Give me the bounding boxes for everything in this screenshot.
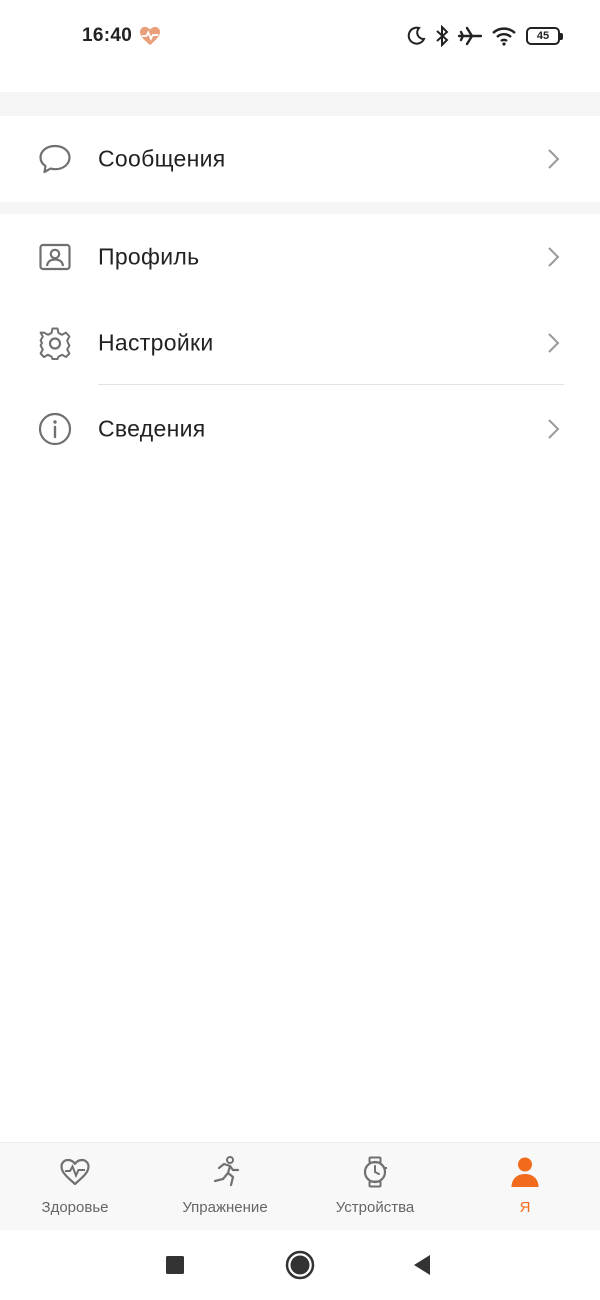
row-divider <box>98 384 564 385</box>
back-button[interactable] <box>408 1250 438 1280</box>
heart-rate-icon <box>140 26 160 46</box>
section-separator <box>0 92 600 116</box>
bottom-tab-bar: Здоровье Упражнение Устройства Я <box>0 1142 600 1231</box>
tab-label: Устройства <box>335 1199 415 1216</box>
profile-card-icon <box>39 243 71 271</box>
menu-item-settings[interactable]: Настройки <box>0 300 600 386</box>
system-nav-bar <box>0 1230 600 1300</box>
menu-item-profile[interactable]: Профиль <box>0 214 600 300</box>
recents-button[interactable] <box>160 1250 190 1280</box>
menu-item-label: Профиль <box>98 243 200 270</box>
tab-label: Здоровье <box>41 1199 109 1216</box>
chevron-right-icon <box>548 333 560 353</box>
moon-icon <box>407 26 426 45</box>
chevron-right-icon <box>548 419 560 439</box>
gear-icon <box>39 327 71 360</box>
running-icon <box>213 1156 240 1187</box>
chevron-right-icon <box>548 149 560 169</box>
tab-me[interactable]: Я <box>450 1143 600 1231</box>
menu-item-label: Сведения <box>98 415 206 442</box>
watch-icon <box>363 1156 387 1188</box>
battery-level: 45 <box>536 30 550 42</box>
person-icon <box>511 1157 539 1187</box>
tab-devices[interactable]: Устройства <box>300 1143 450 1231</box>
heart-pulse-icon <box>60 1158 90 1186</box>
menu-item-label: Настройки <box>98 329 214 356</box>
battery-icon: 45 <box>526 27 563 45</box>
tab-health[interactable]: Здоровье <box>0 1143 150 1231</box>
bluetooth-icon <box>436 25 449 47</box>
tab-exercise[interactable]: Упражнение <box>150 1143 300 1231</box>
status-time: 16:40 <box>82 25 133 46</box>
status-icons: 45 <box>406 24 563 48</box>
tab-label: Я <box>519 1199 531 1216</box>
menu-item-label: Сообщения <box>98 145 226 172</box>
menu-item-about[interactable]: Сведения <box>0 386 600 472</box>
info-icon <box>38 412 72 446</box>
tab-label: Упражнение <box>182 1199 268 1216</box>
chevron-right-icon <box>548 247 560 267</box>
status-bar: 16:40 45 <box>0 0 600 92</box>
section-separator <box>0 202 600 214</box>
menu-item-messages[interactable]: Сообщения <box>0 116 600 202</box>
wifi-icon <box>492 27 516 46</box>
airplane-icon <box>458 26 482 46</box>
home-button[interactable] <box>284 1249 316 1281</box>
chat-bubble-icon <box>39 144 71 174</box>
